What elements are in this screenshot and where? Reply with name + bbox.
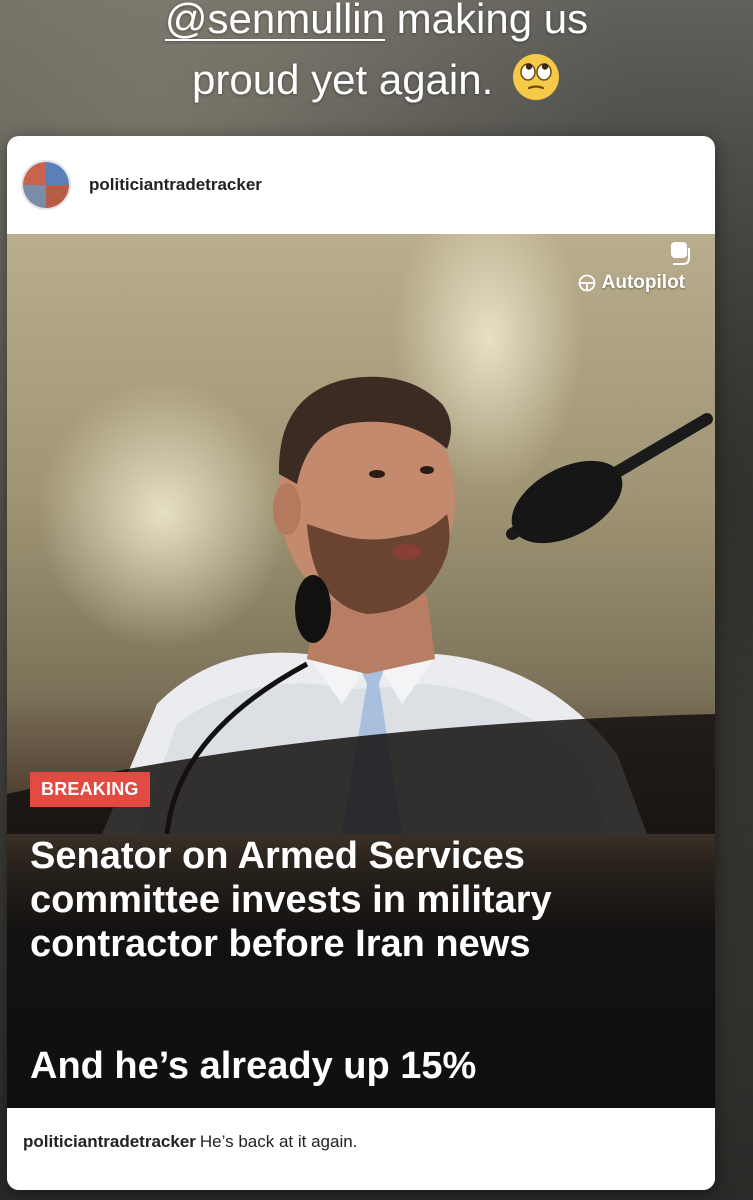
mention-link[interactable]: @senmullin xyxy=(165,0,385,42)
story-caption-line-2: proud yet again. xyxy=(0,52,753,107)
breaking-badge: BREAKING xyxy=(30,772,150,807)
caption-text: making us xyxy=(384,0,589,42)
avatar[interactable] xyxy=(21,160,71,210)
autopilot-label: Autopilot xyxy=(601,272,685,293)
story-caption-line-1: @senmullin making us xyxy=(0,0,753,46)
caption-body: He’s back at it again. xyxy=(199,1132,358,1151)
subheadline: And he’s already up 15% xyxy=(30,1045,477,1087)
caption-text-line-2: proud yet again. xyxy=(192,56,494,103)
story-caption: @senmullin making us proud yet again. xyxy=(0,0,753,107)
instagram-post-card[interactable]: politiciantradetracker Autopilot BREAKIN… xyxy=(7,136,715,1190)
senator-photo xyxy=(7,376,715,834)
headline: Senator on Armed Services committee inve… xyxy=(30,835,552,965)
dual-screen-icon xyxy=(671,242,690,265)
post-caption: politiciantradetracker He’s back at it ag… xyxy=(7,1108,715,1190)
autopilot-watermark: Autopilot xyxy=(578,272,685,294)
eye-roll-emoji-icon xyxy=(512,54,559,100)
caption-username[interactable]: politiciantradetracker xyxy=(23,1132,196,1151)
post-header: politiciantradetracker xyxy=(7,136,715,234)
post-image: Autopilot BREAKING Senator on Armed Serv… xyxy=(7,234,715,1108)
post-username[interactable]: politiciantradetracker xyxy=(89,175,262,195)
steering-wheel-icon xyxy=(578,274,596,292)
